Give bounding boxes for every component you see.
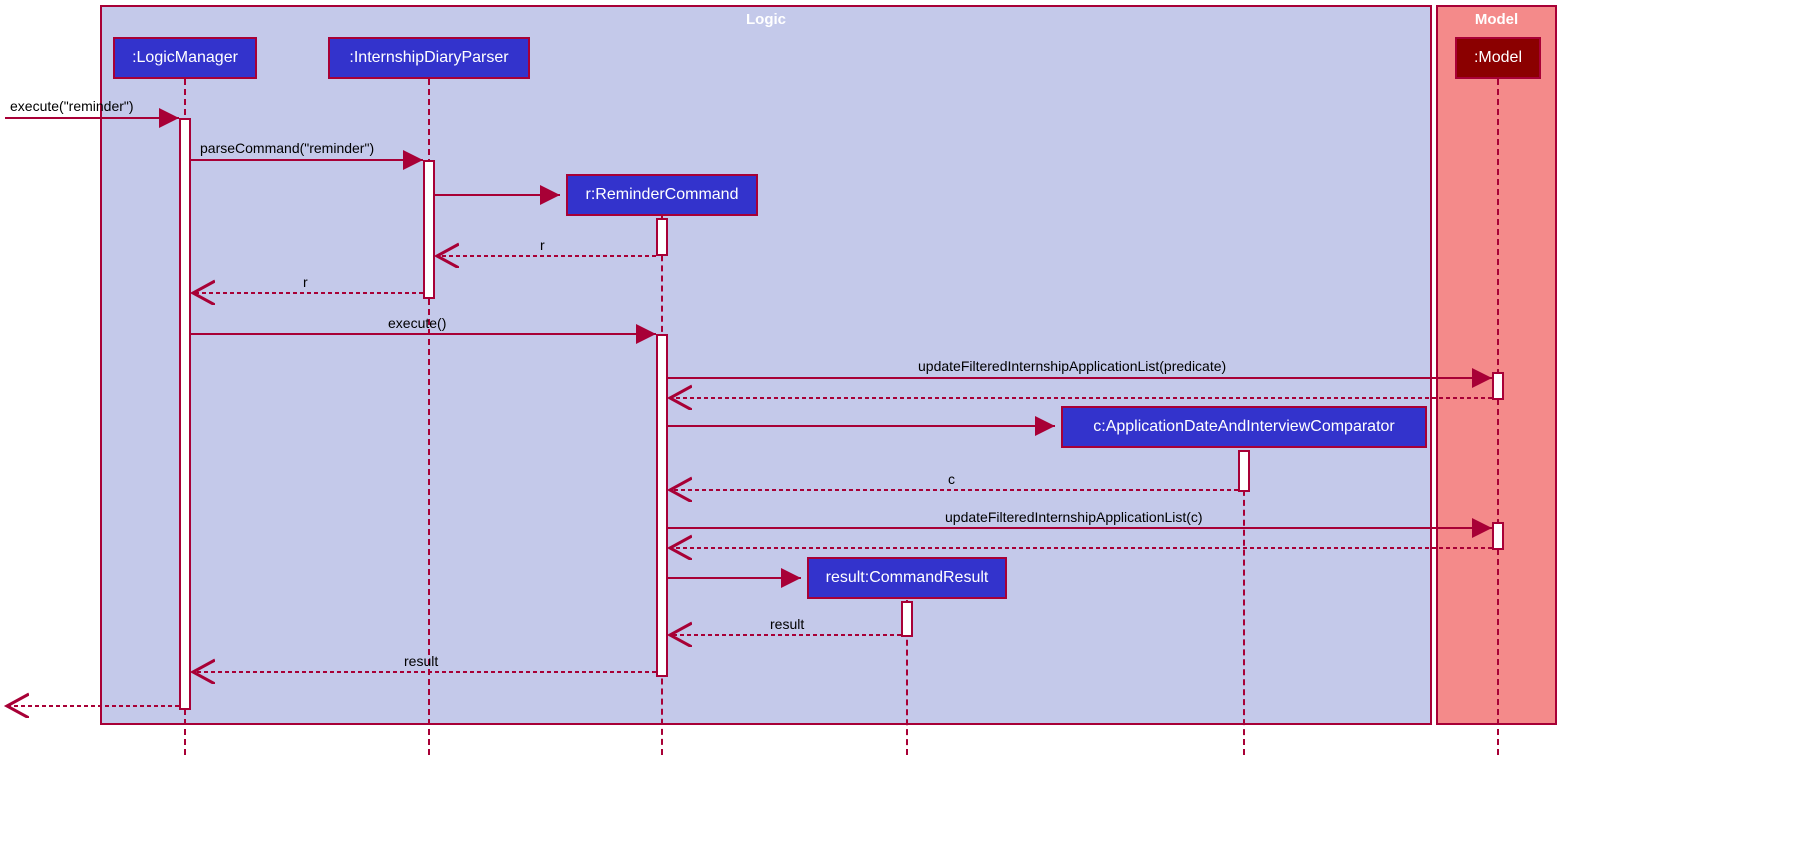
msg-updatefiltered2: updateFilteredInternshipApplicationList(… [945, 509, 1203, 525]
activation-model-2 [1492, 522, 1504, 550]
activation-remindercommand-2 [656, 334, 668, 677]
msg-execute-reminder: execute("reminder") [10, 98, 134, 114]
activation-model-1 [1492, 372, 1504, 400]
msg-return-r1: r [540, 237, 545, 253]
lifeline-comparator [1243, 450, 1245, 755]
msg-execute: execute() [388, 315, 446, 331]
participant-remindercommand: r:ReminderCommand [566, 174, 758, 216]
msg-return-result2: result [404, 653, 438, 669]
msg-updatefiltered1: updateFilteredInternshipApplicationList(… [918, 358, 1226, 374]
participant-model: :Model [1455, 37, 1541, 79]
sequence-diagram: Logic Model :LogicManager :InternshipDia… [0, 0, 1797, 845]
frame-logic: Logic [100, 5, 1432, 725]
msg-return-result1: result [770, 616, 804, 632]
activation-remindercommand-1 [656, 218, 668, 256]
activation-logicmanager [179, 118, 191, 710]
activation-commandresult [901, 601, 913, 637]
msg-return-c: c [948, 471, 955, 487]
frame-logic-title: Logic [102, 11, 1430, 28]
participant-commandresult: result:CommandResult [807, 557, 1007, 599]
participant-parser: :InternshipDiaryParser [328, 37, 530, 79]
msg-parsecommand: parseCommand("reminder") [200, 140, 374, 156]
msg-return-r2: r [303, 274, 308, 290]
participant-logicmanager: :LogicManager [113, 37, 257, 79]
frame-model-title: Model [1438, 11, 1555, 28]
activation-parser [423, 160, 435, 299]
lifeline-model [1497, 79, 1499, 755]
activation-comparator [1238, 450, 1250, 492]
participant-comparator: c:ApplicationDateAndInterviewComparator [1061, 406, 1427, 448]
